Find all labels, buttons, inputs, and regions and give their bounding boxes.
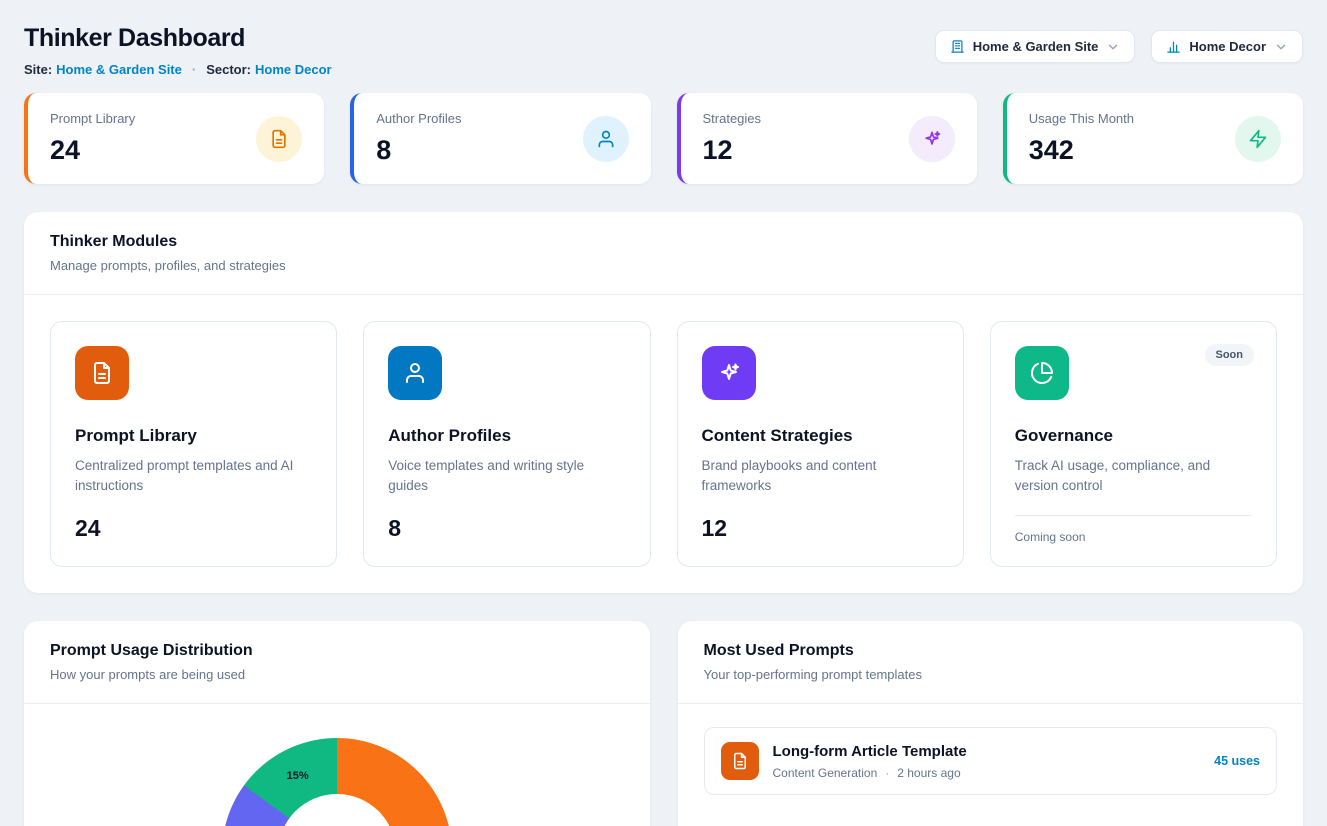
header-selectors: Home & Garden Site Home Decor: [935, 30, 1303, 63]
usage-donut: 15%: [222, 738, 452, 826]
module-description: Brand playbooks and content frameworks: [702, 456, 939, 497]
file-text-icon: [75, 346, 129, 400]
prompt-time: 2 hours ago: [897, 766, 960, 780]
modules-header: Thinker Modules Manage prompts, profiles…: [24, 212, 1303, 295]
chevron-down-icon: [1274, 40, 1288, 54]
bottom-row: Prompt Usage Distribution How your promp…: [24, 621, 1303, 826]
coming-soon-label: Coming soon: [1015, 515, 1252, 544]
modules-subtitle: Manage prompts, profiles, and strategies: [50, 258, 1277, 273]
header-left: Thinker Dashboard Site: Home & Garden Sit…: [24, 14, 332, 77]
sparkles-icon: [702, 346, 756, 400]
stat-card-prompt-library: Prompt Library 24: [24, 93, 324, 184]
file-text-icon: [256, 116, 302, 162]
site-selector-label: Home & Garden Site: [973, 39, 1099, 54]
meta-separator: ·: [192, 62, 196, 77]
most-used-header: Most Used Prompts Your top-performing pr…: [678, 621, 1304, 704]
usage-title: Prompt Usage Distribution: [50, 642, 624, 660]
stat-card-usage-this-month: Usage This Month 342: [1003, 93, 1303, 184]
user-icon: [388, 346, 442, 400]
prompt-meta: Content Generation · 2 hours ago: [773, 766, 1201, 780]
site-selector-dropdown[interactable]: Home & Garden Site: [935, 30, 1136, 63]
module-title: Governance: [1015, 426, 1252, 446]
prompt-category: Content Generation: [773, 766, 878, 780]
building-icon: [950, 39, 965, 54]
site-label: Site:: [24, 62, 52, 77]
site-link[interactable]: Home & Garden Site: [56, 62, 182, 77]
sector-label: Sector:: [206, 62, 251, 77]
breadcrumb: Site: Home & Garden Site · Sector: Home Deco…: [24, 62, 332, 77]
usage-chart: 15%: [24, 704, 650, 826]
uses-badge: 45 uses: [1214, 754, 1260, 768]
donut-slice-label: 15%: [287, 770, 309, 782]
header: Thinker Dashboard Site: Home & Garden Sit…: [24, 14, 1303, 77]
stat-card-author-profiles: Author Profiles 8: [350, 93, 650, 184]
file-text-icon: [721, 742, 759, 780]
most-used-title: Most Used Prompts: [704, 642, 1278, 660]
list-item-long-form-article-template[interactable]: Long-form Article Template Content Gener…: [704, 727, 1278, 795]
stat-text: Usage This Month 342: [1029, 111, 1134, 166]
user-icon: [583, 116, 629, 162]
stat-label: Prompt Library: [50, 111, 135, 126]
prompt-title: Long-form Article Template: [773, 743, 1201, 760]
module-count: 12: [702, 515, 939, 542]
meta-separator: ·: [885, 766, 889, 780]
stat-value: 24: [50, 135, 135, 166]
stats-row: Prompt Library 24 Author Profiles 8 Stra…: [24, 93, 1303, 184]
module-count: 8: [388, 515, 625, 542]
usage-header: Prompt Usage Distribution How your promp…: [24, 621, 650, 704]
stat-label: Strategies: [703, 111, 762, 126]
stat-text: Strategies 12: [703, 111, 762, 166]
most-used-subtitle: Your top-performing prompt templates: [704, 667, 1278, 682]
module-description: Track AI usage, compliance, and version …: [1015, 456, 1252, 497]
stat-value: 12: [703, 135, 762, 166]
stat-text: Author Profiles 8: [376, 111, 461, 166]
module-card-author-profiles[interactable]: Author Profiles Voice templates and writ…: [363, 321, 650, 567]
modules-title: Thinker Modules: [50, 233, 1277, 251]
sector-link[interactable]: Home Decor: [255, 62, 332, 77]
prompt-list: Long-form Article Template Content Gener…: [678, 704, 1304, 818]
prompt-usage-panel: Prompt Usage Distribution How your promp…: [24, 621, 650, 826]
thinker-modules-section: Thinker Modules Manage prompts, profiles…: [24, 212, 1303, 593]
stat-label: Usage This Month: [1029, 111, 1134, 126]
module-card-prompt-library[interactable]: Prompt Library Centralized prompt templa…: [50, 321, 337, 567]
chevron-down-icon: [1106, 40, 1120, 54]
sparkles-icon: [909, 116, 955, 162]
stat-text: Prompt Library 24: [50, 111, 135, 166]
bar-chart-icon: [1166, 39, 1181, 54]
stat-value: 8: [376, 135, 461, 166]
pie-chart-icon: [1015, 346, 1069, 400]
modules-grid: Prompt Library Centralized prompt templa…: [24, 295, 1303, 593]
stat-value: 342: [1029, 135, 1134, 166]
module-description: Voice templates and writing style guides: [388, 456, 625, 497]
module-card-content-strategies[interactable]: Content Strategies Brand playbooks and c…: [677, 321, 964, 567]
module-description: Centralized prompt templates and AI inst…: [75, 456, 312, 497]
page-title: Thinker Dashboard: [24, 24, 332, 53]
stat-card-strategies: Strategies 12: [677, 93, 977, 184]
sector-selector-label: Home Decor: [1189, 39, 1266, 54]
stat-label: Author Profiles: [376, 111, 461, 126]
dashboard-page: Thinker Dashboard Site: Home & Garden Sit…: [0, 0, 1327, 826]
module-title: Author Profiles: [388, 426, 625, 446]
module-title: Prompt Library: [75, 426, 312, 446]
zap-icon: [1235, 116, 1281, 162]
module-count: 24: [75, 515, 312, 542]
module-card-governance[interactable]: Soon Governance Track AI usage, complian…: [990, 321, 1277, 567]
usage-subtitle: How your prompts are being used: [50, 667, 624, 682]
sector-selector-dropdown[interactable]: Home Decor: [1151, 30, 1303, 63]
prompt-info: Long-form Article Template Content Gener…: [773, 743, 1201, 780]
most-used-prompts-panel: Most Used Prompts Your top-performing pr…: [678, 621, 1304, 826]
soon-badge: Soon: [1205, 344, 1255, 366]
module-title: Content Strategies: [702, 426, 939, 446]
